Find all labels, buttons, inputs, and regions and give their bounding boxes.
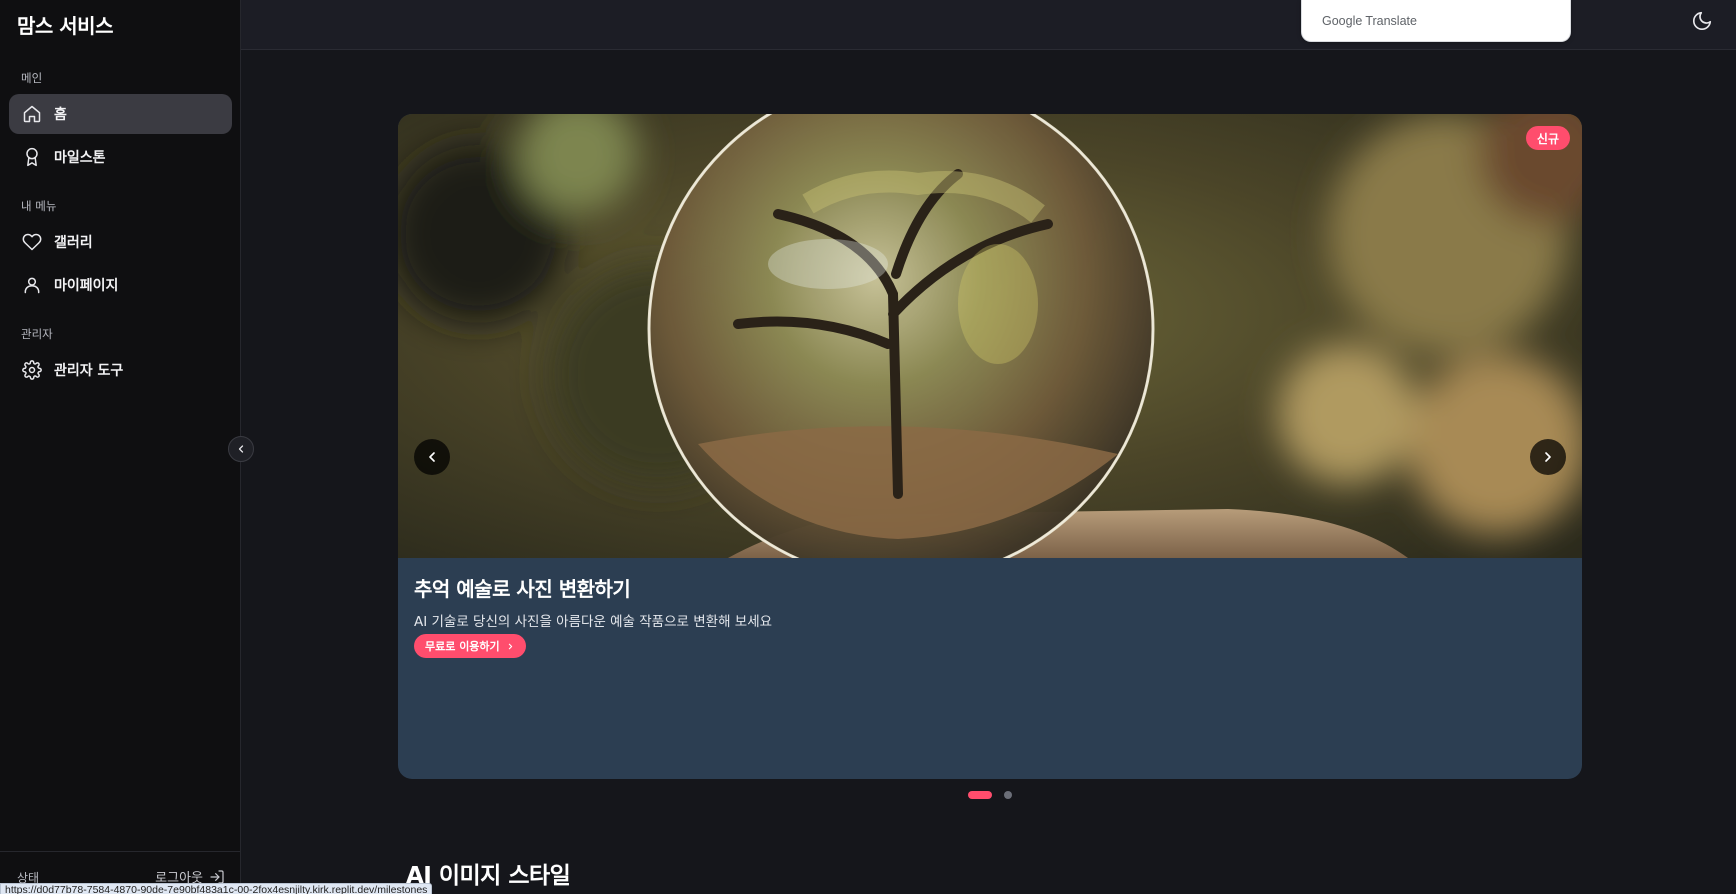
google-translate-widget[interactable]: Google Translate xyxy=(1301,0,1571,42)
sidebar-item-gallery[interactable]: 갤러리 xyxy=(9,222,232,262)
carousel-dot-2[interactable] xyxy=(1004,791,1012,799)
home-icon xyxy=(23,105,41,123)
heart-icon xyxy=(22,233,42,251)
sidebar-item-label: 관리자 도구 xyxy=(54,363,124,379)
chevron-right-icon xyxy=(1545,452,1551,462)
sidebar-item-home[interactable]: 홈 xyxy=(9,94,232,134)
user-icon xyxy=(24,277,40,294)
section-label-main: 메인 xyxy=(21,71,43,85)
moon-icon[interactable] xyxy=(1691,10,1713,32)
award-icon xyxy=(26,147,38,167)
sidebar-item-label: 갤러리 xyxy=(54,235,93,251)
carousel-next-button[interactable] xyxy=(1530,439,1566,475)
chevron-left-icon xyxy=(238,445,244,453)
cta-label: 무료로 이용하기 xyxy=(425,640,500,653)
free-use-button[interactable]: 무료로 이용하기 xyxy=(414,634,526,658)
sidebar-item-mypage[interactable]: 마이페이지 xyxy=(9,265,232,305)
brand-title[interactable]: 맘스 서비스 xyxy=(17,10,113,39)
sidebar-item-milestones[interactable]: 마일스톤 xyxy=(9,137,232,177)
section-label-admin: 관리자 xyxy=(21,327,53,341)
sidebar: 맘스 서비스 메인 홈 마일스톤 내 메뉴 갤러리 마이페이지 관리자 관리자 … xyxy=(0,0,241,894)
sidebar-collapse-button[interactable] xyxy=(228,436,254,462)
hero-carousel: 신규 추억 예술로 사진 변환하기 AI 기술로 당신의 사진을 아름다운 예술… xyxy=(398,114,1582,779)
slide-title: 추억 예술로 사진 변환하기 xyxy=(414,577,631,601)
hero-image xyxy=(398,114,1582,558)
chevron-left-icon xyxy=(429,452,435,462)
sidebar-item-label: 홈 xyxy=(54,107,67,123)
sidebar-item-label: 마일스톤 xyxy=(54,150,106,166)
gear-icon xyxy=(22,360,42,380)
google-label: Google xyxy=(1322,13,1363,28)
carousel-pagination xyxy=(968,791,1012,799)
chevron-right-icon xyxy=(508,643,512,649)
section-label-my-menu: 내 메뉴 xyxy=(21,199,57,213)
carousel-prev-button[interactable] xyxy=(414,439,450,475)
slide-description: AI 기술로 당신의 사진을 아름다운 예술 작품으로 변환해 보세요 xyxy=(414,614,773,630)
new-badge: 신규 xyxy=(1525,126,1570,150)
carousel-dot-1[interactable] xyxy=(968,791,992,799)
sidebar-item-admin-tools[interactable]: 관리자 도구 xyxy=(9,350,232,390)
link-status-url: https://d0d77b78-7584-4870-90de-7e90bf48… xyxy=(0,883,433,894)
translate-label: Translate xyxy=(1365,13,1417,28)
sidebar-item-label: 마이페이지 xyxy=(54,278,119,294)
